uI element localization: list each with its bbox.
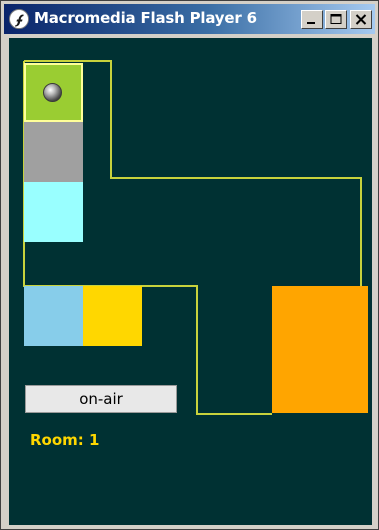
window-title: Macromedia Flash Player 6 [34, 9, 257, 27]
cyan-tile[interactable] [24, 182, 83, 242]
yellow-tile[interactable] [83, 286, 142, 346]
flash-player-icon[interactable] [9, 9, 29, 29]
flash-stage[interactable]: on-air Room: 1 [9, 38, 372, 525]
light-blue-tile[interactable] [24, 286, 83, 346]
gray-tile[interactable] [24, 122, 83, 182]
close-button[interactable] [350, 10, 372, 29]
minimize-button[interactable] [301, 10, 323, 29]
green-tile[interactable] [24, 63, 83, 122]
flash-player-window: Macromedia Flash Player 6 on-air Room: 1 [0, 0, 379, 530]
room-label: Room: 1 [30, 431, 100, 449]
maximize-button[interactable] [325, 10, 347, 29]
on-air-button[interactable]: on-air [25, 385, 177, 413]
ball-icon[interactable] [43, 83, 62, 102]
title-bar[interactable]: Macromedia Flash Player 6 [4, 4, 375, 34]
orange-tile[interactable] [272, 286, 368, 413]
